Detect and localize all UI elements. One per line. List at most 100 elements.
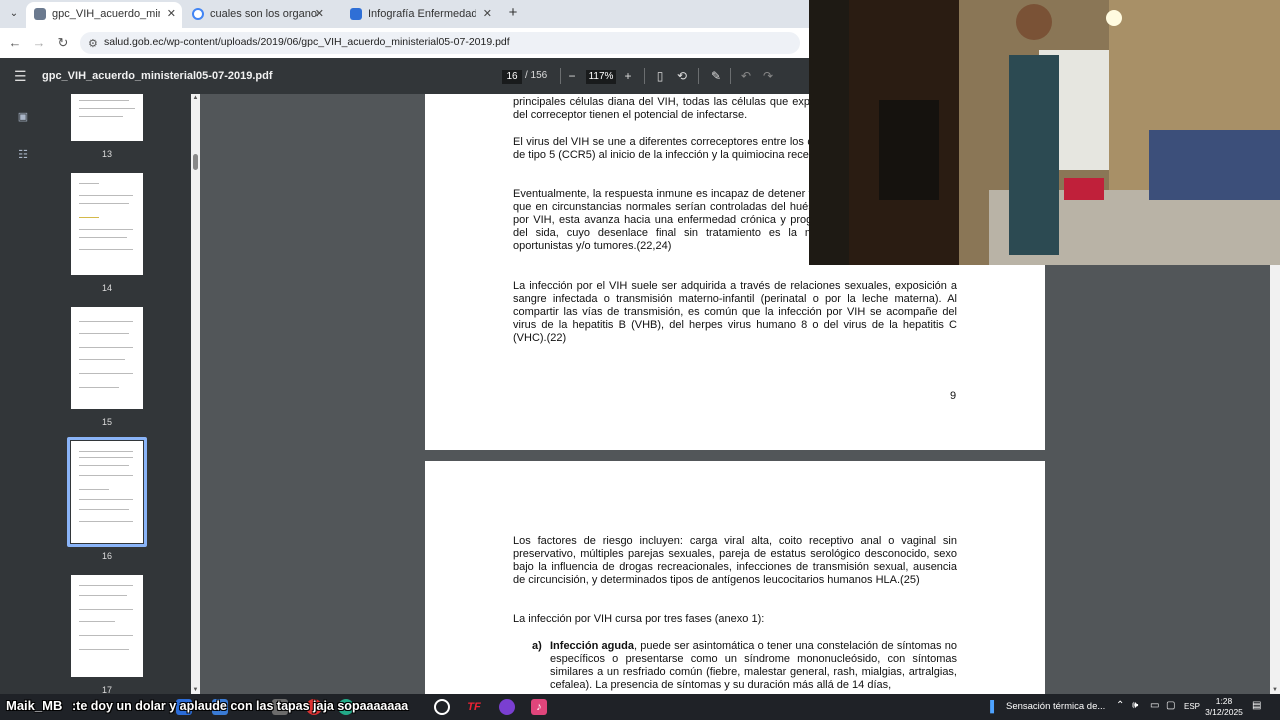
- close-icon[interactable]: ✕: [167, 2, 176, 26]
- list-item-title: Infección aguda: [550, 640, 634, 652]
- thumbnail-label: 13: [101, 149, 112, 159]
- scroll-down-icon[interactable]: ▼: [1270, 687, 1280, 693]
- thumbnail-text-line: [79, 203, 129, 204]
- scroll-up-icon[interactable]: ▲: [191, 95, 200, 101]
- tray-chevron-icon[interactable]: ⌃: [1116, 700, 1124, 711]
- thumbnail-selection-frame: [67, 437, 147, 547]
- toolbar-divider: [730, 68, 731, 84]
- thumbnail-text-line: [79, 229, 133, 230]
- sidebar-rail: ▣ ☷: [0, 94, 46, 694]
- obs-icon[interactable]: [434, 699, 450, 715]
- thumbnail-text-line: [79, 373, 133, 374]
- language-indicator[interactable]: ESP: [1184, 702, 1200, 711]
- fit-page-icon[interactable]: ▯: [652, 68, 668, 84]
- thumbnail-label: 14: [101, 283, 112, 293]
- toolbar-divider: [560, 68, 561, 84]
- thumbnail-text-line: [79, 237, 127, 238]
- menu-icon[interactable]: ☰: [14, 68, 27, 85]
- zoom-in-icon[interactable]: +: [620, 68, 636, 84]
- weather-icon[interactable]: ▌: [986, 699, 1002, 715]
- system-clock[interactable]: 1:28 3/12/2025: [1204, 696, 1244, 718]
- redo-icon[interactable]: ↷: [760, 68, 776, 84]
- pdf-page: Los factores de riesgo incluyen: carga v…: [425, 461, 1045, 694]
- thumbnail-text-line: [79, 649, 129, 650]
- thumbnail-text-line: [79, 387, 119, 388]
- taskbar: TF ♪ Maik_MB :te doy un dolar y aplaude …: [0, 694, 1280, 720]
- close-icon[interactable]: ✕: [483, 2, 492, 26]
- pdf-favicon-icon: [34, 8, 46, 20]
- tab-search-icon[interactable]: ⌄: [6, 6, 22, 22]
- clock-time: 1:28: [1215, 696, 1233, 706]
- thumbnail-page-13[interactable]: [71, 94, 143, 141]
- thumbnail-label: 15: [101, 417, 112, 427]
- thumbnails-icon[interactable]: ▣: [16, 110, 30, 124]
- tab-title: gpc_VIH_acuerdo_ministeri: [52, 8, 160, 20]
- close-icon[interactable]: ✕: [315, 2, 324, 26]
- webcam-scene: [809, 0, 1280, 265]
- thumbnail-text-line: [79, 595, 127, 596]
- tab-google[interactable]: cuales son los organos diana - ✕: [184, 2, 330, 28]
- toolbar-divider: [698, 68, 699, 84]
- page-number: 9: [950, 390, 957, 402]
- thumbnail-text-line: [79, 347, 133, 348]
- thumbnail-text-line: [79, 249, 133, 250]
- thumbnail-text-line: [79, 333, 129, 334]
- thumbnail-page-14[interactable]: [71, 173, 143, 275]
- tf-app-icon[interactable]: TF: [466, 699, 482, 715]
- reload-icon[interactable]: ↻: [54, 34, 72, 52]
- tab-title: cuales son los organos diana -: [210, 8, 318, 20]
- page-number-input[interactable]: 16: [502, 70, 522, 84]
- list-marker: a): [532, 640, 542, 652]
- rotate-icon[interactable]: ⟲: [674, 68, 690, 84]
- display-icon[interactable]: ▢: [1166, 700, 1175, 711]
- google-icon: [192, 8, 204, 20]
- thumbnail-page-17[interactable]: [71, 575, 143, 677]
- notifications-icon[interactable]: ▤: [1252, 700, 1261, 711]
- thumbnail-text-line: [79, 635, 133, 636]
- undo-icon[interactable]: ↶: [738, 68, 754, 84]
- site-info-icon[interactable]: ⚙: [88, 37, 98, 50]
- outline-icon[interactable]: ☷: [16, 148, 30, 162]
- thumbnail-text-line: [79, 183, 99, 184]
- scrollbar-thumb[interactable]: [193, 154, 198, 170]
- webcam-overlay: [809, 0, 1280, 265]
- thumbnail-text-line: [79, 116, 123, 117]
- thumbnail-text-line: [79, 108, 135, 109]
- address-bar[interactable]: ⚙ salud.gob.ec/wp-content/uploads/2019/0…: [80, 32, 800, 54]
- screen: ⌄ gpc_VIH_acuerdo_ministeri ✕ cuales son…: [0, 0, 1280, 720]
- tiktok-icon[interactable]: ♪: [531, 699, 547, 715]
- paragraph: Los factores de riesgo incluyen: carga v…: [513, 535, 957, 586]
- page-total: / 156: [525, 70, 548, 81]
- new-tab-button[interactable]: +: [505, 4, 521, 22]
- list-item: Infección aguda, puede ser asintomática …: [550, 640, 957, 692]
- zoom-input[interactable]: 117%: [586, 70, 616, 84]
- thumbnail-text-line: [79, 621, 115, 622]
- chat-overlay-user: Maik_MB: [6, 698, 63, 713]
- thumbnail-page-15[interactable]: [71, 307, 143, 409]
- weather-text[interactable]: Sensación térmica de...: [1006, 701, 1105, 712]
- thumbnail-scrollbar[interactable]: ▲ ▼: [191, 94, 200, 694]
- thumbnail-text-line: [79, 321, 133, 322]
- annotate-icon[interactable]: ✎: [708, 68, 724, 84]
- thumbnail-text-line: [79, 359, 125, 360]
- network-icon[interactable]: ▭: [1150, 700, 1159, 711]
- pdf-file-name: gpc_VIH_acuerdo_ministerial05-07-2019.pd…: [42, 70, 273, 82]
- thumbnail-text-line: [79, 195, 133, 196]
- tab-pdf[interactable]: gpc_VIH_acuerdo_ministeri ✕: [26, 2, 182, 28]
- tab-infografia[interactable]: Infografía Enfermedades de Tra ✕: [342, 2, 498, 28]
- document-icon: [350, 8, 362, 20]
- thumbnail-text-line: [79, 100, 129, 101]
- taskbar-app-icon[interactable]: [499, 699, 515, 715]
- paragraph: La infección por VIH cursa por tres fase…: [513, 613, 765, 625]
- volume-icon[interactable]: 🕪: [1132, 700, 1138, 711]
- clock-date: 3/12/2025: [1205, 707, 1243, 717]
- thumbnail-text-line: [79, 585, 133, 586]
- tab-title: Infografía Enfermedades de Tra: [368, 8, 476, 20]
- thumbnail-text-line: [79, 609, 133, 610]
- forward-icon[interactable]: →: [30, 34, 48, 52]
- zoom-out-icon[interactable]: −: [564, 68, 580, 84]
- scroll-down-icon[interactable]: ▼: [191, 687, 200, 693]
- thumbnail-label: 16: [101, 551, 112, 561]
- back-icon[interactable]: ←: [6, 34, 24, 52]
- thumbnail-text-line: [79, 217, 99, 218]
